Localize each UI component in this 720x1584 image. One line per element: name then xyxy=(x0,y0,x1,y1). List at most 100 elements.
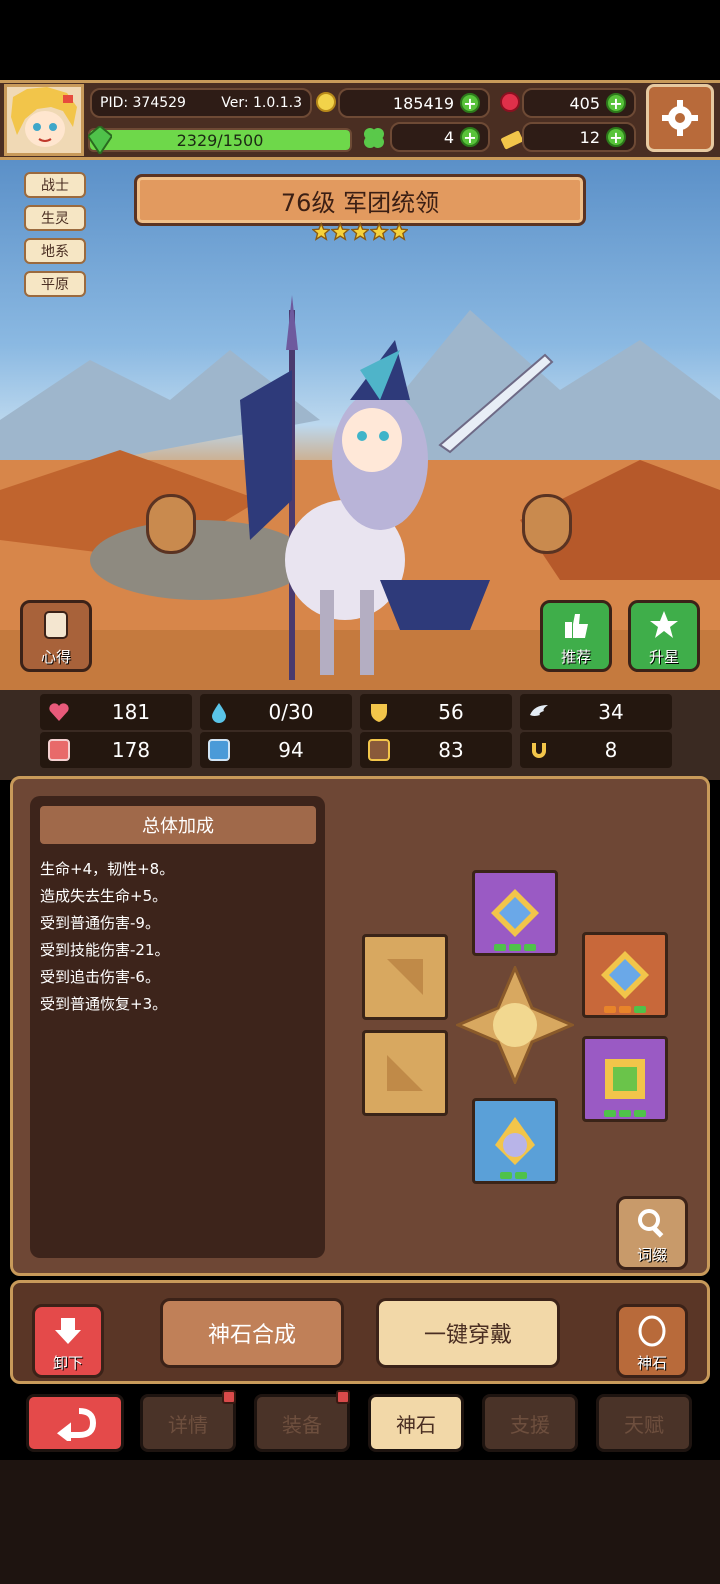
add-gem-button[interactable]: + xyxy=(606,93,626,113)
stat-magic: 94 xyxy=(200,732,352,768)
add-ticket-button[interactable]: + xyxy=(606,127,626,147)
star-up-button[interactable]: 升星 xyxy=(628,600,700,672)
unequip-button[interactable]: 卸下 xyxy=(32,1304,104,1378)
recommend-label: 推荐 xyxy=(560,648,591,666)
player-avatar[interactable] xyxy=(4,84,84,156)
tag-class: 战士 xyxy=(24,172,86,198)
back-arrow-icon xyxy=(57,1408,97,1441)
exp-gem-icon xyxy=(86,124,114,156)
stat-mana: 0/30 xyxy=(200,694,352,730)
add-gold-button[interactable]: + xyxy=(460,93,480,113)
notification-dot xyxy=(336,1390,350,1404)
tag-element: 地系 xyxy=(24,238,86,264)
star-icon xyxy=(370,222,389,241)
gear-icon xyxy=(662,100,698,136)
gem-value: 405 xyxy=(569,93,600,113)
tag-race: 生灵 xyxy=(24,205,86,231)
tab-talent[interactable]: 天赋 xyxy=(596,1394,692,1452)
clover-counter: 4 + xyxy=(390,122,490,152)
synthesize-button[interactable]: 神石合成 xyxy=(160,1298,344,1368)
star-icon xyxy=(331,222,350,241)
bonus-line: 受到普通恢复+3。 xyxy=(40,995,168,1013)
settings-button[interactable] xyxy=(646,84,714,152)
affix-label: 词缀 xyxy=(636,1246,667,1264)
tab-details-label: 详情 xyxy=(168,1412,208,1437)
gem-level-pips xyxy=(604,1006,646,1013)
book-icon xyxy=(208,739,230,761)
star-icon xyxy=(389,222,409,241)
clover-value: 4 xyxy=(443,127,454,147)
back-button[interactable] xyxy=(26,1394,124,1452)
gem-slot-left-top[interactable] xyxy=(362,934,448,1020)
godstone-button[interactable]: 神石 xyxy=(616,1304,688,1378)
heart-icon xyxy=(48,701,70,723)
tag-terrain: 平原 xyxy=(24,271,86,297)
stone-icon xyxy=(638,1315,666,1347)
star-rating xyxy=(312,222,409,244)
stat-attack-value: 178 xyxy=(111,738,151,762)
tab-talent-label: 天赋 xyxy=(624,1412,664,1437)
tab-support[interactable]: 支援 xyxy=(482,1394,578,1452)
blue-gem-icon xyxy=(601,951,649,999)
stat-armor-value: 83 xyxy=(438,738,464,762)
core-slot[interactable] xyxy=(454,964,576,1086)
bonus-line: 受到普通伤害-9。 xyxy=(40,914,160,932)
tab-godstone-label: 神石 xyxy=(396,1412,436,1437)
gold-value: 185419 xyxy=(392,93,454,113)
green-gem-icon xyxy=(605,1059,645,1099)
stat-defense-value: 56 xyxy=(438,700,464,724)
stat-crit: 8 xyxy=(520,732,672,768)
notification-dot xyxy=(222,1390,236,1404)
bottom-padding xyxy=(0,1460,720,1584)
id-version-pill: PID: 374529 Ver: 1.0.1.3 xyxy=(90,88,312,118)
stat-mana-value: 0/30 xyxy=(268,700,314,724)
empty-slot-icon xyxy=(387,1055,423,1091)
affix-button[interactable]: 词缀 xyxy=(616,1196,688,1270)
stat-speed: 34 xyxy=(520,694,672,730)
star-icon xyxy=(312,222,331,241)
gold-coin-icon xyxy=(316,92,336,112)
bonus-line: 受到技能伤害-21。 xyxy=(40,941,170,959)
pid-text: PID: 374529 xyxy=(100,95,186,111)
ticket-counter: 12 + xyxy=(522,122,636,152)
star-up-label: 升星 xyxy=(648,648,679,666)
tab-godstone[interactable]: 神石 xyxy=(368,1394,464,1452)
prev-hero-arrow[interactable] xyxy=(146,494,196,554)
magnifier-icon xyxy=(638,1209,664,1238)
gem-level-pips xyxy=(494,944,536,951)
tab-support-label: 支援 xyxy=(510,1412,550,1437)
stat-defense: 56 xyxy=(360,694,512,730)
ticket-icon xyxy=(500,126,524,150)
gem-slot-left-bottom[interactable] xyxy=(362,1030,448,1116)
fist-icon xyxy=(48,739,70,761)
horseshoe-icon xyxy=(528,739,550,761)
exp-bar: 2329/1500 xyxy=(88,128,352,152)
notes-button[interactable]: 心得 xyxy=(20,600,92,672)
bonus-line: 受到追击伤害-6。 xyxy=(40,968,160,986)
arrow-down-icon xyxy=(55,1318,81,1344)
bonus-line: 生命+4，韧性+8。 xyxy=(40,860,175,878)
bonus-line: 造成失去生命+5。 xyxy=(40,887,168,905)
gem-counter: 405 + xyxy=(522,88,636,118)
godstone-label: 神石 xyxy=(636,1354,667,1372)
stat-attack: 178 xyxy=(40,732,192,768)
exp-text: 2329/1500 xyxy=(176,130,264,150)
add-clover-button[interactable]: + xyxy=(460,127,480,147)
next-hero-arrow[interactable] xyxy=(522,494,572,554)
blue-gem-icon xyxy=(491,889,539,937)
version-text: Ver: 1.0.1.3 xyxy=(221,95,302,111)
stat-hp: 181 xyxy=(40,694,192,730)
tab-equipment-label: 装备 xyxy=(282,1412,322,1437)
gold-counter: 185419 + xyxy=(338,88,490,118)
thumbs-up-icon xyxy=(565,614,588,638)
recommend-button[interactable]: 推荐 xyxy=(540,600,612,672)
stat-armor: 83 xyxy=(360,732,512,768)
armor-icon xyxy=(368,739,390,761)
equip-all-button[interactable]: 一键穿戴 xyxy=(376,1298,560,1368)
empty-slot-icon xyxy=(387,959,423,995)
core-gem-icon xyxy=(454,964,576,1086)
clover-icon xyxy=(362,126,386,150)
action-bar xyxy=(10,1280,710,1384)
star-icon xyxy=(650,611,678,638)
gem-level-pips xyxy=(604,1110,646,1117)
